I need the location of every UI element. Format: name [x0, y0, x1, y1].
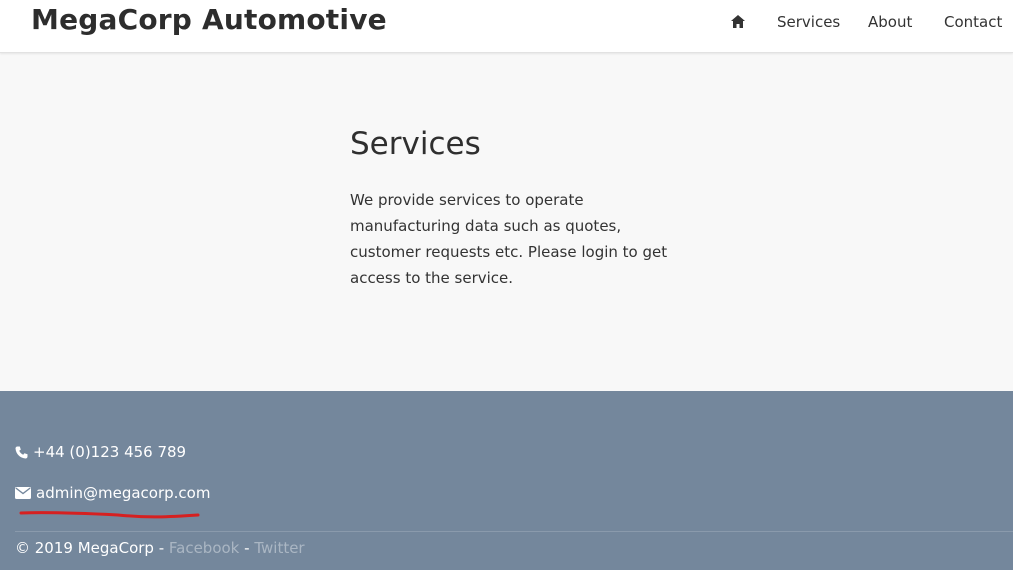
- page-title: Services: [350, 126, 481, 162]
- site-footer: +44 (0)123 456 789 admin@megacorp.com © …: [0, 391, 1013, 570]
- nav-about-link[interactable]: About: [868, 13, 912, 31]
- site-header: MegaCorp Automotive Services About Conta…: [0, 0, 1013, 53]
- email-address[interactable]: admin@megacorp.com: [36, 484, 210, 502]
- facebook-link[interactable]: Facebook: [169, 539, 239, 557]
- link-separator: -: [239, 539, 255, 557]
- footer-divider: [15, 531, 1013, 532]
- email-contact: admin@megacorp.com: [15, 484, 210, 502]
- phone-icon: [15, 446, 28, 458]
- services-description: We provide services to operate manufactu…: [350, 191, 668, 287]
- footer-copyright: © 2019 MegaCorp - Facebook - Twitter: [15, 539, 305, 557]
- nav-services-link[interactable]: Services: [777, 13, 840, 31]
- brand-logo-text[interactable]: MegaCorp Automotive: [31, 3, 387, 36]
- envelope-icon: [15, 487, 31, 499]
- home-icon: [731, 15, 745, 28]
- twitter-link[interactable]: Twitter: [254, 539, 304, 557]
- copyright-text: © 2019 MegaCorp -: [15, 539, 169, 557]
- phone-number: +44 (0)123 456 789: [33, 443, 187, 461]
- nav-contact-link[interactable]: Contact: [944, 13, 1002, 31]
- nav-home-link[interactable]: [731, 14, 745, 32]
- red-underline-annotation: [19, 511, 200, 519]
- phone-contact: +44 (0)123 456 789: [15, 443, 186, 461]
